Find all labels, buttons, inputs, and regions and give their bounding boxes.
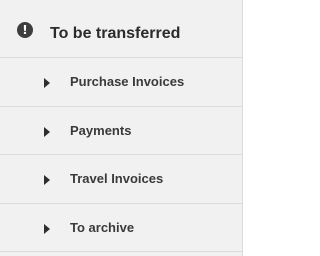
alert-circle-icon: ! (17, 22, 33, 38)
nav-item-label: To archive (70, 219, 135, 235)
caret-right-icon (44, 223, 50, 234)
caret-right-icon (44, 78, 50, 88)
transfer-panel: ! To be transferred Purchase Invoices Pa… (0, 0, 243, 256)
nav-item-purchase-invoices[interactable]: Purchase Invoices (0, 58, 242, 107)
section-header-to-be-transferred[interactable]: ! To be transferred (0, 0, 242, 58)
nav-item-travel-invoices[interactable]: Travel Invoices (0, 155, 242, 204)
caret-right-icon (44, 175, 50, 185)
section-title: To be transferred (50, 25, 181, 42)
nav-item-label: Payments (70, 122, 132, 138)
nav-item-to-archive[interactable]: To archive (0, 204, 242, 252)
caret-right-icon (44, 126, 50, 137)
nav-item-payments[interactable]: Payments (0, 107, 242, 155)
nav-item-label: Purchase Invoices (70, 74, 185, 89)
nav-item-label: Travel Invoices (70, 171, 164, 186)
